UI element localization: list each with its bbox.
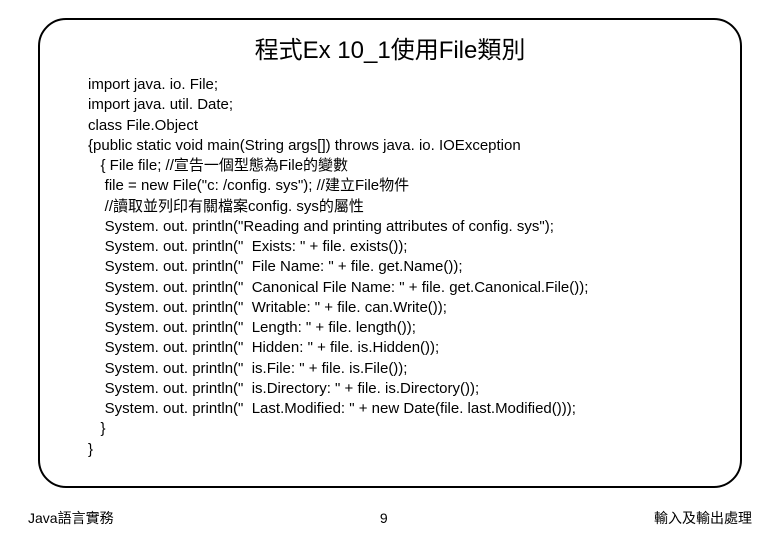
slide-title: 程式Ex 10_1使用File類別 — [60, 30, 720, 65]
footer: Java語言實務 9 輸入及輸出處理 — [0, 508, 780, 528]
code-block: import java. io. File; import java. util… — [60, 75, 720, 460]
footer-left: Java語言實務 — [28, 508, 114, 528]
footer-right: 輸入及輸出處理 — [654, 508, 752, 528]
slide-frame: 程式Ex 10_1使用File類別 import java. io. File;… — [38, 18, 742, 488]
footer-page-number: 9 — [114, 510, 654, 526]
